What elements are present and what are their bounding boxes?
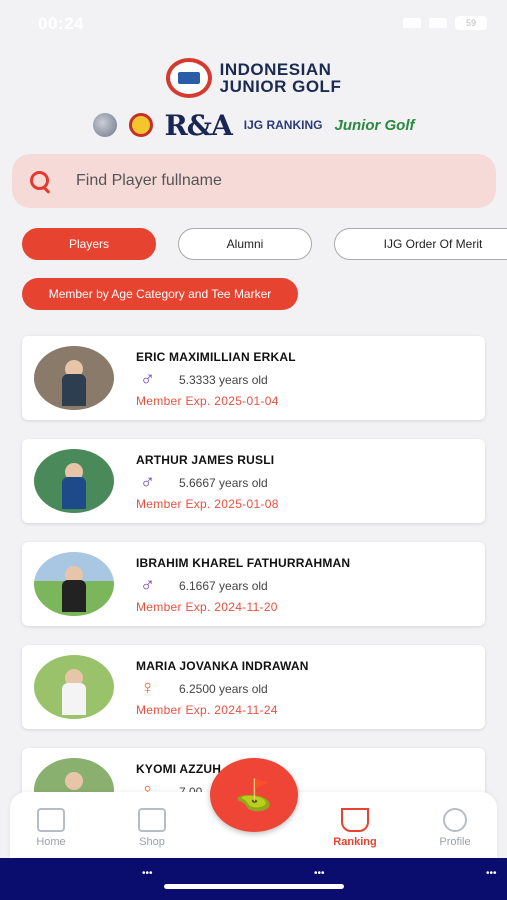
golfer-fab-button[interactable]: ⛳	[210, 758, 298, 832]
brand-header: INDONESIAN JUNIOR GOLF	[0, 56, 507, 100]
avatar	[34, 655, 114, 719]
globe-icon	[92, 113, 117, 137]
avatar-head	[65, 772, 83, 790]
member-expiry: Member Exp. 2025-01-08	[136, 497, 279, 511]
male-icon: ♂	[140, 574, 155, 596]
player-card[interactable]: ERIC MAXIMILLIAN ERKAL ♂ 5.3333 years ol…	[22, 336, 485, 420]
player-name: KYOMI AZZUH	[136, 762, 222, 776]
battery-icon: 59	[455, 16, 487, 30]
wagr-logo	[92, 113, 117, 137]
nav-ranking-label: Ranking	[333, 836, 377, 848]
system-nav-bar: ••• ••• •••	[0, 858, 507, 900]
tab-alumni[interactable]: Alumni	[178, 228, 312, 260]
brand-title: INDONESIAN JUNIOR GOLF	[220, 61, 342, 95]
system-dot-icon: •••	[486, 868, 497, 879]
player-age: 5.6667 years old	[179, 476, 268, 490]
ijg-ranking-logo: IJG RANKING	[243, 118, 323, 132]
partner-logos: R&A IJG RANKING Junior Golf	[0, 108, 507, 142]
status-icons: 59	[403, 16, 487, 30]
male-icon: ♂	[140, 368, 155, 390]
ijg-logo-icon	[165, 58, 212, 98]
signal-icon	[403, 18, 421, 28]
nav-shop[interactable]: Shop	[117, 808, 187, 848]
avatar-body	[62, 683, 86, 715]
wifi-icon	[429, 18, 447, 28]
nav-shop-label: Shop	[139, 836, 165, 848]
brand-line-2: JUNIOR GOLF	[219, 77, 342, 96]
junior-golf-scoreboard-logo: Junior Golf	[334, 116, 415, 134]
search-icon[interactable]	[28, 169, 52, 193]
system-dot-icon: •••	[314, 868, 325, 879]
player-name: ARTHUR JAMES RUSLI	[136, 453, 275, 467]
golfer-icon: ⛳	[235, 778, 273, 812]
avatar	[34, 346, 114, 410]
player-name: MARIA JOVANKA INDRAWAN	[136, 659, 309, 673]
shop-icon	[138, 808, 166, 832]
player-name: IBRAHIM KHAREL FATHURRAHMAN	[136, 556, 351, 570]
trophy-icon	[341, 808, 369, 832]
player-age: 6.2500 years old	[179, 682, 268, 696]
female-icon: ♀	[140, 677, 155, 699]
player-age: 5.3333 years old	[179, 373, 268, 387]
avatar	[34, 552, 114, 616]
avatar-body	[62, 374, 86, 406]
male-icon: ♂	[140, 471, 155, 493]
status-time: 00:24	[38, 14, 84, 33]
status-bar: 00:24 59	[0, 0, 507, 50]
tab-ijg-order-of-merit[interactable]: IJG Order Of Merit	[334, 228, 507, 260]
nav-home[interactable]: Home	[16, 808, 86, 848]
home-icon	[37, 808, 65, 832]
seal-logo	[128, 113, 153, 137]
member-expiry: Member Exp. 2024-11-24	[136, 703, 278, 717]
nav-profile[interactable]: Profile	[420, 808, 490, 848]
search-input[interactable]	[76, 172, 456, 190]
seal-icon	[128, 113, 153, 137]
search-bar[interactable]	[12, 154, 496, 208]
tab-bar: Players Alumni IJG Order Of Merit	[22, 228, 507, 260]
avatar	[34, 449, 114, 513]
profile-icon	[443, 808, 467, 832]
nav-ranking[interactable]: Ranking	[320, 808, 390, 848]
avatar-body	[62, 580, 86, 612]
player-name: ERIC MAXIMILLIAN ERKAL	[136, 350, 296, 364]
player-card[interactable]: ARTHUR JAMES RUSLI ♂ 5.6667 years old Me…	[22, 439, 485, 523]
nav-profile-label: Profile	[439, 836, 471, 848]
player-age: 6.1667 years old	[179, 579, 268, 593]
member-expiry: Member Exp. 2025-01-04	[136, 394, 279, 408]
rna-logo: R&A	[164, 108, 233, 142]
avatar-body	[62, 477, 86, 509]
player-card[interactable]: IBRAHIM KHAREL FATHURRAHMAN ♂ 6.1667 yea…	[22, 542, 485, 626]
player-card[interactable]: MARIA JOVANKA INDRAWAN ♀ 6.2500 years ol…	[22, 645, 485, 729]
system-dot-icon: •••	[142, 868, 153, 879]
brand-line-1: INDONESIAN	[219, 60, 332, 79]
member-expiry: Member Exp. 2024-11-20	[136, 600, 278, 614]
age-category-filter-button[interactable]: Member by Age Category and Tee Marker	[22, 278, 298, 310]
tab-players[interactable]: Players	[22, 228, 156, 260]
nav-home-label: Home	[36, 836, 66, 848]
home-indicator[interactable]	[164, 884, 344, 889]
